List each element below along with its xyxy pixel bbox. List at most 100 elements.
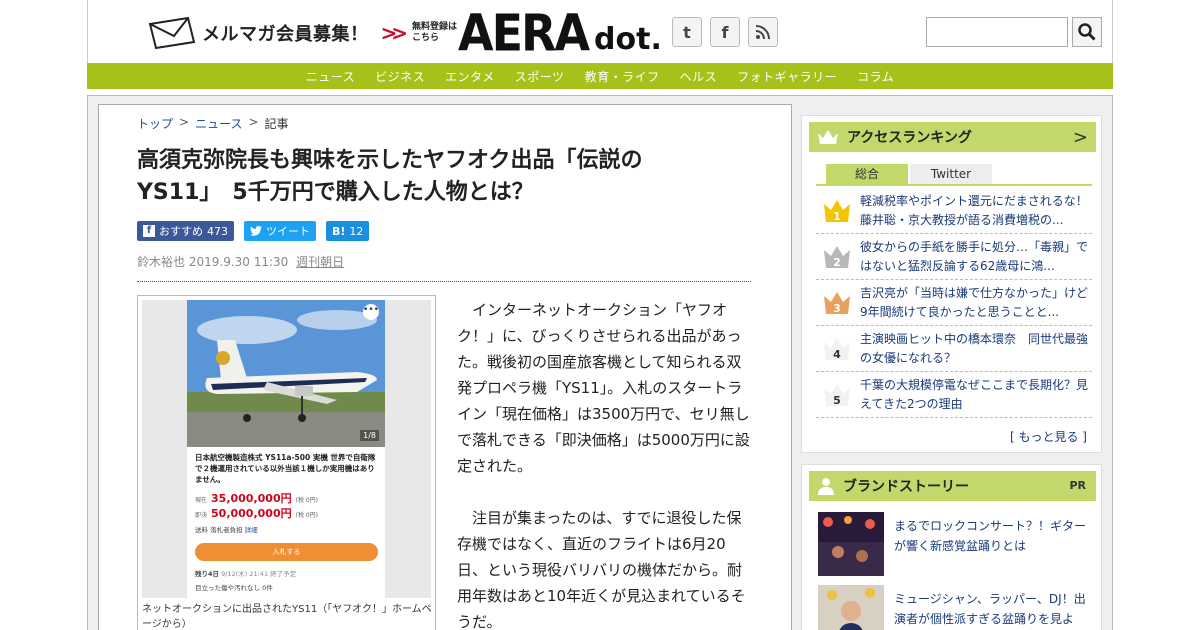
crown-outline-icon: 5 [824,384,850,407]
tab-underline [816,184,1092,186]
nav-item-entertainment[interactable]: エンタメ [435,68,505,85]
nav-item-sports[interactable]: スポーツ [505,68,575,85]
chevron-right-icon: > [179,115,190,129]
current-price-label: 現在 [195,497,208,504]
article: トップ > ニュース > 記事 高須克弥院長も興味を示したヤフオク出品「伝説の … [98,104,792,630]
double-chevron-icon: >> [380,21,408,45]
facebook-icon[interactable]: f [710,17,740,47]
share-buttons: f おすすめ 473 ツイート B! 12 [137,221,370,241]
publish-date: 2019.9.30 11:30 [188,255,289,269]
condition-row: 目立った傷や汚れなし 0件 [195,582,273,592]
current-price: 35,000,000円 [211,492,292,505]
current-price-tax: (税 0円) [295,497,319,504]
condition-label: 目立った傷や汚れなし [195,584,260,592]
brand-title: ブランドストーリー [843,479,969,495]
current-price-row: 現在 35,000,000円 (税 0円) [195,490,318,506]
ranking-tabs: 総合 Twitter [826,164,992,184]
mailmag-label: メルマガ会員募集！ [202,24,369,45]
publication-link[interactable]: 週刊朝日 [296,255,344,269]
auction-screenshot: ••• 1/8 日本航空機製造株式 YS11a-500 実機 世界で自衛隊で２機… [187,300,385,598]
ranking-text: 主演映画ヒット中の橋本環奈 同世代最強の女優になれる？ [860,332,1089,365]
crown-icon [818,130,838,144]
buyout-price-label: 即決 [195,512,208,519]
search-input[interactable] [926,17,1068,47]
author-name: 鈴木裕也 [137,255,186,269]
ranking-item-5[interactable]: 5 千葉の大規模停電なぜここまで長期化？見えてきた2つの理由 [816,372,1092,418]
ranking-item-4[interactable]: 4 主演映画ヒット中の橋本環奈 同世代最強の女優になれる？ [816,326,1092,372]
hatena-bookmark-count: 12 [349,224,364,238]
search-button[interactable] [1072,17,1102,47]
nav-item-business[interactable]: ビジネス [365,68,435,85]
nav-item-photo-gallery[interactable]: フォトギャラリー [727,68,847,85]
shipping-row: 送料 落札者負担 詳細 [195,524,258,534]
breadcrumb-top[interactable]: トップ [137,115,173,132]
breadcrumb-news[interactable]: ニュース [195,115,242,132]
article-paragraph: 注目が集まったのは、すでに退役した保存機ではなく、直近のフライトは6月20日、と… [457,509,746,630]
rank-number: 2 [833,256,841,269]
concert-thumbnail [818,512,884,576]
rss-icon[interactable] [748,17,778,47]
silver-crown-icon: 2 [824,246,850,269]
ranking-item-3[interactable]: 3 吉沢亮が「当時は嫌で仕方なかった」けど9年間続けて良かったと思うことと... [816,280,1092,326]
bid-button: 入札する [195,543,378,561]
bronze-crown-icon: 3 [824,292,850,315]
ranking-text: 軽減税率やポイント還元にだまされるな！藤井聡・京大教授が語る消費増税の... [860,194,1088,227]
figure-caption: ネットオークションに出品されたYS11（「ヤフオク！」ホームページから） [142,604,432,630]
brand-text: ミュージシャン、ラッパー、DJ！出演者が個性派すぎる盆踊りを見よ [894,592,1086,626]
buyout-price-row: 即決 50,000,000円 (税 0円) [195,505,318,521]
tab-twitter[interactable]: Twitter [910,164,992,184]
access-ranking: アクセスランキング > 総合 Twitter 1 軽減税率やポイント還元にだまさ… [801,115,1102,453]
nav-item-health[interactable]: ヘルス [670,68,728,85]
nav-item-news[interactable]: ニュース [296,68,365,85]
brand-header: ブランドストーリー PR [809,471,1096,501]
ranking-title: アクセスランキング [847,130,972,146]
divider [137,281,751,282]
buyout-price: 50,000,000円 [211,507,292,520]
facebook-icon: f [143,225,155,237]
breadcrumb-current: 記事 [264,117,289,131]
mailmag-banner[interactable]: メルマガ会員募集！ >> 無料登録は こちら [148,16,457,50]
article-paragraph: インターネットオークション「ヤフオク！」に、びっくりさせられる出品があった。戦後… [457,301,750,475]
ranking-text: 千葉の大規模停電なぜここまで長期化？見えてきた2つの理由 [860,378,1089,411]
pr-badge: PR [1069,479,1086,492]
ranking-item-2[interactable]: 2 彼女からの手紙を勝手に処分…「毒親」ではないと猛烈反論する62歳母に鴻... [816,234,1092,280]
remaining-detail: 9/12(木) 21:41 終了予定 [221,570,297,578]
person-icon [818,478,834,495]
nav-item-education-life[interactable]: 教育・ライフ [575,68,670,85]
ranking-header[interactable]: アクセスランキング > [809,122,1096,152]
airplane-photo: ••• 1/8 [187,300,385,447]
condition-count: 0件 [262,584,273,592]
chevron-right-icon: > [1072,127,1088,148]
free-register-link[interactable]: 無料登録は こちら [412,22,457,44]
tweet-button[interactable]: ツイート [244,221,316,241]
gold-crown-icon: 1 [824,200,850,223]
search-icon [1078,23,1096,41]
chevron-right-icon: > [248,115,259,129]
facebook-share-button[interactable]: f おすすめ 473 [137,221,234,241]
breadcrumb: トップ > ニュース > 記事 [137,115,289,132]
facebook-share-label: おすすめ [159,225,203,238]
logo-aera: AERA [458,3,590,63]
rank-number: 3 [833,302,841,315]
rank-number: 4 [833,348,841,361]
rank-number: 1 [833,210,841,223]
shipping-label: 送料 落札者負担 [195,526,243,534]
nav-item-column[interactable]: コラム [847,68,904,85]
listing-title: 日本航空機製造株式 YS11a-500 実機 世界で自衛隊で２機運用されている以… [195,453,376,484]
tweet-label: ツイート [266,225,310,238]
crown-outline-icon: 4 [824,338,850,361]
twitter-bird-icon [250,226,262,236]
figure-image[interactable]: ••• 1/8 日本航空機製造株式 YS11a-500 実機 世界で自衛隊で２機… [142,300,431,598]
hatena-bookmark-button[interactable]: B! 12 [326,221,370,241]
ranking-item-1[interactable]: 1 軽減税率やポイント還元にだまされるな！藤井聡・京大教授が語る消費増税の... [816,188,1092,234]
more-link[interactable]: [ もっと見る ] [1010,428,1087,445]
hatena-bookmark-label: B! [332,224,346,238]
site-logo[interactable]: AERA dot. [458,3,662,63]
airplane-illustration [187,300,385,447]
photo-counter: 1/8 [360,430,379,441]
twitter-icon[interactable]: t [672,17,702,47]
brand-story: ブランドストーリー PR まるでロックコンサート？！ギターが響く新感覚盆踊りとは… [801,464,1102,630]
tab-overall[interactable]: 総合 [826,164,908,184]
shipping-detail-link: 詳細 [244,526,258,534]
site-header: メルマガ会員募集！ >> 無料登録は こちら AERA dot. t f [87,0,1113,63]
